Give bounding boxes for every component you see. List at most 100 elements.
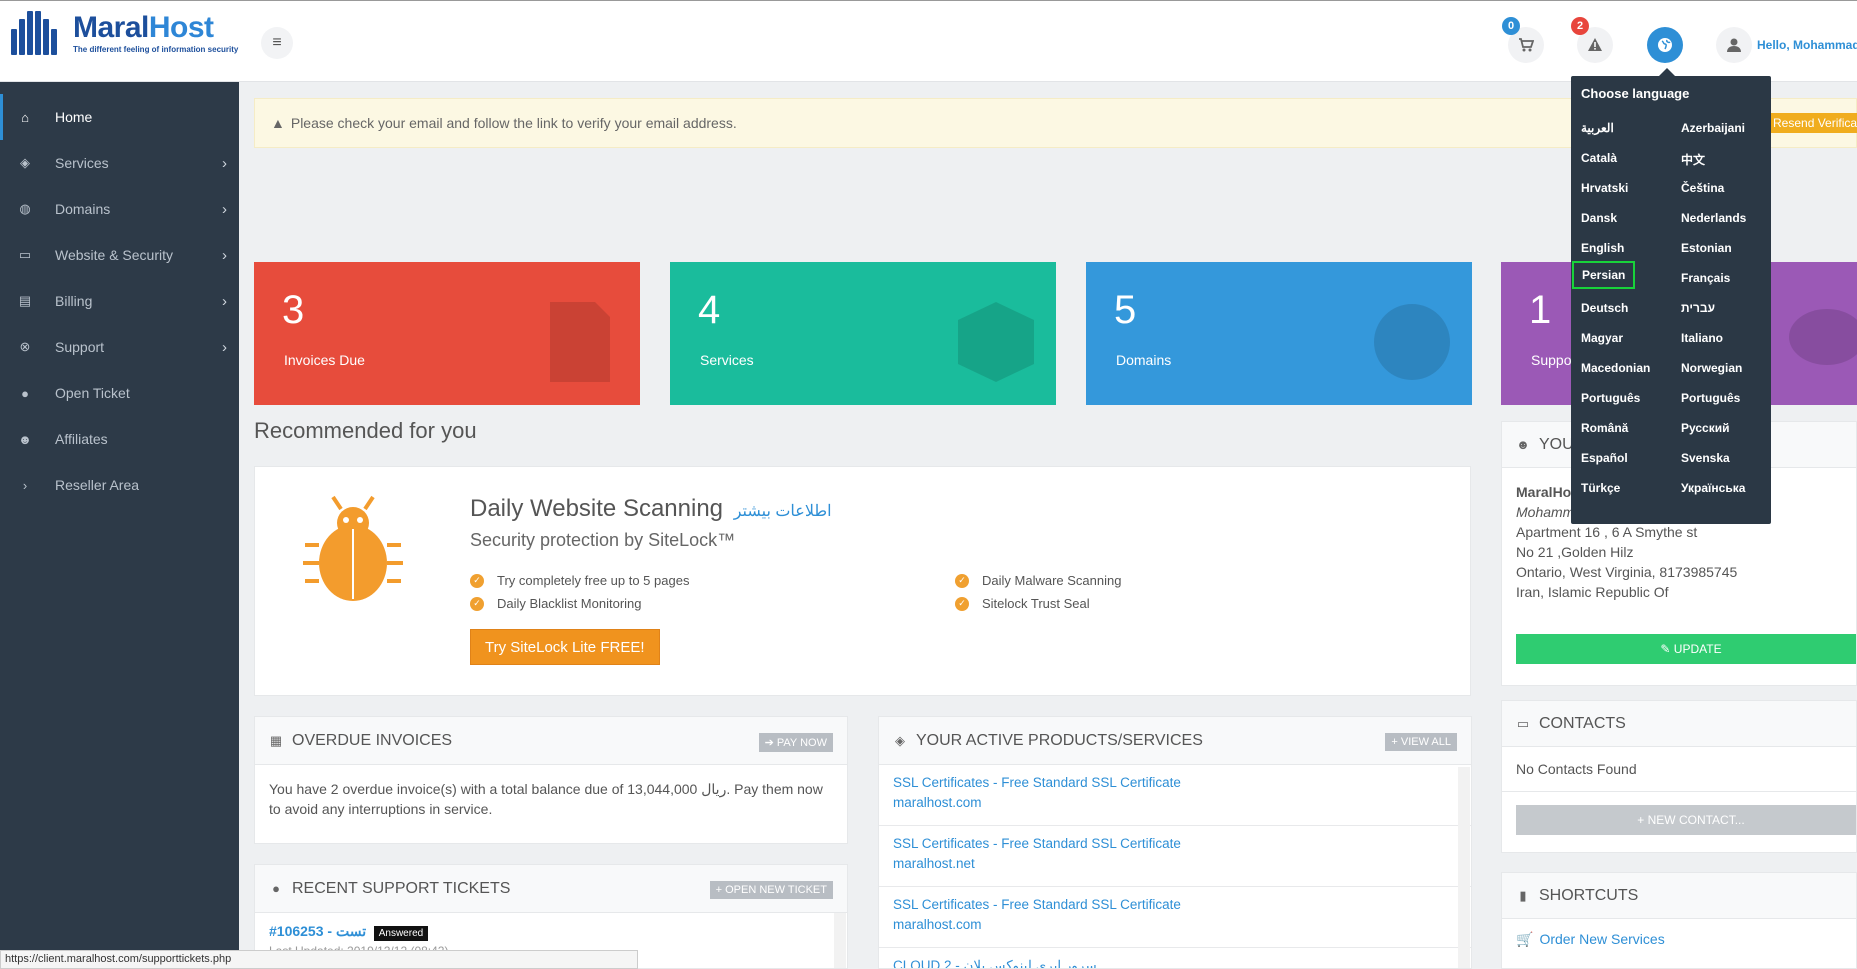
cart-button[interactable]: 0 xyxy=(1502,17,1544,63)
feature-item: ✓ Try completely free up to 5 pages xyxy=(470,573,689,588)
language-option[interactable]: Català xyxy=(1577,149,1621,167)
language-option[interactable]: English xyxy=(1577,239,1628,257)
language-option[interactable]: Italiano xyxy=(1677,329,1727,347)
sidebar-item-open-ticket[interactable]: ● Open Ticket xyxy=(0,370,239,416)
lifebuoy-icon: ⊗ xyxy=(19,339,31,354)
chevron-right-icon: › xyxy=(222,292,227,310)
product-row[interactable]: SSL Certificates - Free Standard SSL Cer… xyxy=(879,887,1471,948)
info-address: Ontario, West Virginia, 8173985745 xyxy=(1516,564,1738,580)
sidebar-item-domains[interactable]: ◍ Domains › xyxy=(0,186,239,232)
product-name-link[interactable]: SSL Certificates - Free Standard SSL Cer… xyxy=(893,834,1457,854)
chevron-right-icon: › xyxy=(22,477,28,493)
view-all-button[interactable]: + VIEW ALL xyxy=(1385,733,1457,751)
language-option[interactable]: Norwegian xyxy=(1677,359,1746,377)
open-new-ticket-button[interactable]: + OPEN NEW TICKET xyxy=(709,881,833,899)
language-option[interactable]: Dansk xyxy=(1577,209,1621,227)
sidebar-item-website-security[interactable]: ▭ Website & Security › xyxy=(0,232,239,278)
language-option[interactable]: Estonian xyxy=(1677,239,1736,257)
logo[interactable]: MaralHost The different feeling of infor… xyxy=(9,7,238,59)
sidebar-item-home[interactable]: ⌂ Home xyxy=(0,94,239,140)
recommended-subtitle: Security protection by SiteLock™ xyxy=(470,530,736,550)
language-option[interactable]: Macedonian xyxy=(1577,359,1654,377)
product-row[interactable]: SSL Certificates - Free Standard SSL Cer… xyxy=(879,765,1471,826)
language-option[interactable]: العربية xyxy=(1577,119,1618,137)
warning-icon: ▲ xyxy=(271,115,285,131)
sidebar-item-billing[interactable]: ▤ Billing › xyxy=(0,278,239,324)
language-option[interactable]: Français xyxy=(1677,269,1734,287)
bookmark-icon: ▮ xyxy=(1519,887,1527,903)
update-button[interactable]: ✎ UPDATE xyxy=(1516,634,1856,664)
new-contact-button[interactable]: + NEW CONTACT... xyxy=(1516,805,1856,835)
shortcut-order-new-services[interactable]: 🛒 Order New Services xyxy=(1502,919,1856,960)
product-name-link[interactable]: CLOUD 2 - سرور ابری لینوکس پلان xyxy=(893,956,1457,968)
language-option[interactable]: 中文 xyxy=(1677,149,1709,170)
language-option[interactable]: Português xyxy=(1577,389,1644,407)
ticket-subject-link[interactable]: #106253 - تست xyxy=(269,923,366,939)
globe-icon xyxy=(1658,38,1672,52)
language-option[interactable]: Português xyxy=(1677,389,1744,407)
user-greeting[interactable]: Hello, Mohammad xyxy=(1757,38,1857,52)
chevron-right-icon: › xyxy=(222,246,227,264)
panel-header: ● RECENT SUPPORT TICKETS + OPEN NEW TICK… xyxy=(255,865,847,913)
language-option[interactable]: Azerbaijani xyxy=(1677,119,1749,137)
sidebar-item-affiliates[interactable]: ☻ Affiliates xyxy=(0,416,239,462)
language-option[interactable]: Deutsch xyxy=(1577,299,1632,317)
language-option[interactable]: Русский xyxy=(1677,419,1734,437)
product-domain-link[interactable]: maralhost.com xyxy=(893,793,1457,813)
feature-item: ✓ Daily Malware Scanning xyxy=(955,573,1121,588)
language-option[interactable]: Nederlands xyxy=(1677,209,1750,227)
bug-icon xyxy=(303,495,403,601)
recommended-panel: Daily Website Scanning اطلاعات بیشتر Sec… xyxy=(254,466,1471,696)
sidebar-item-label: Reseller Area xyxy=(55,477,140,493)
sidebar-item-services[interactable]: ◈ Services › xyxy=(0,140,239,186)
contacts-panel: ▭ CONTACTS No Contacts Found + NEW CONTA… xyxy=(1501,700,1857,853)
logo-mark-icon xyxy=(9,7,61,59)
language-option[interactable]: Svenska xyxy=(1677,449,1734,467)
chevron-right-icon: › xyxy=(222,338,227,356)
users-icon: ☻ xyxy=(18,431,32,447)
product-domain-link[interactable]: maralhost.net xyxy=(893,854,1457,874)
product-name-link[interactable]: SSL Certificates - Free Standard SSL Cer… xyxy=(893,895,1457,915)
tile-domains[interactable]: 5 Domains xyxy=(1086,262,1472,405)
tile-invoices-due[interactable]: 3 Invoices Due xyxy=(254,262,640,405)
user-avatar-button[interactable] xyxy=(1716,27,1752,63)
scrollbar[interactable] xyxy=(834,913,846,968)
product-name-link[interactable]: SSL Certificates - Free Standard SSL Cer… xyxy=(893,773,1457,793)
check-icon: ✓ xyxy=(470,573,484,588)
resend-verification-button[interactable]: Resend Verification Email xyxy=(1767,113,1857,133)
scrollbar[interactable] xyxy=(1458,767,1470,968)
sidebar-item-reseller-area[interactable]: › Reseller Area xyxy=(0,462,239,508)
browser-status-bar: https://client.maralhost.com/supporttick… xyxy=(0,950,638,969)
notifications-button[interactable]: 2 xyxy=(1571,17,1613,63)
language-option-selected[interactable]: Persian xyxy=(1572,261,1636,289)
sidebar-item-support[interactable]: ⊗ Support › xyxy=(0,324,239,370)
panel-header: ▮ SHORTCUTS xyxy=(1502,873,1856,919)
language-option[interactable]: Magyar xyxy=(1577,329,1627,347)
cart-icon: 🛒 xyxy=(1516,931,1534,947)
language-button[interactable] xyxy=(1647,27,1683,63)
menu-toggle-button[interactable]: ≡ xyxy=(261,27,293,59)
panel-title: OVERDUE INVOICES xyxy=(292,731,453,749)
hamburger-icon: ≡ xyxy=(272,34,282,51)
product-row[interactable]: SSL Certificates - Free Standard SSL Cer… xyxy=(879,826,1471,887)
tile-value: 3 xyxy=(282,288,305,332)
top-header: MaralHost The different feeling of infor… xyxy=(0,0,1857,82)
sidebar-item-label: Home xyxy=(55,109,93,125)
language-menu-title: Choose language xyxy=(1581,86,1690,101)
language-option[interactable]: Українська xyxy=(1677,479,1749,497)
product-row[interactable]: CLOUD 2 - سرور ابری لینوکس پلان xyxy=(879,948,1471,968)
tile-services[interactable]: 4 Services xyxy=(670,262,1056,405)
more-info-link[interactable]: اطلاعات بیشتر xyxy=(734,503,832,520)
sidebar-item-label: Billing xyxy=(55,293,93,309)
language-option[interactable]: Română xyxy=(1577,419,1632,437)
pay-now-button[interactable]: ➔ PAY NOW xyxy=(758,733,833,752)
user-icon: ☻ xyxy=(1516,437,1530,452)
language-option[interactable]: Čeština xyxy=(1677,179,1728,197)
language-option[interactable]: Türkçe xyxy=(1577,479,1624,497)
product-domain-link[interactable]: maralhost.com xyxy=(893,915,1457,935)
try-sitelock-button[interactable]: Try SiteLock Lite FREE! xyxy=(470,629,660,665)
language-option[interactable]: עברית xyxy=(1677,299,1719,317)
language-option[interactable]: Hrvatski xyxy=(1577,179,1632,197)
tile-label: Domains xyxy=(1116,352,1172,368)
language-option[interactable]: Español xyxy=(1577,449,1632,467)
